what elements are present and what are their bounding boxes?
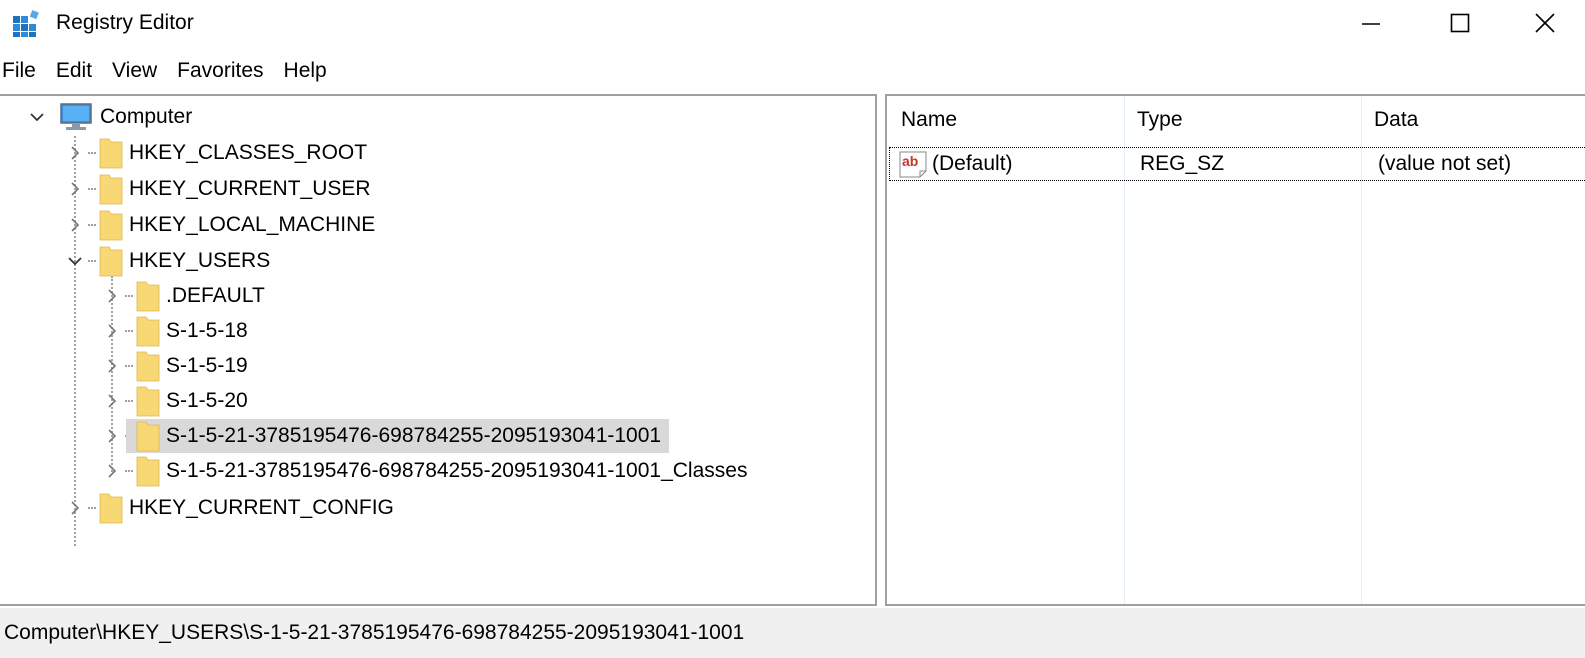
tree-dots [88,507,96,509]
tree-item-user-sid-classes[interactable]: S-1-5-21-3785195476-698784255-2095193041… [103,454,755,488]
tree-item-hkey-classes-root[interactable]: HKEY_CLASSES_ROOT [66,136,375,170]
column-header-type[interactable]: Type [1125,96,1361,146]
column-header-data[interactable]: Data [1362,96,1585,146]
window-title: Registry Editor [56,11,194,34]
chevron-down-icon[interactable] [66,252,84,270]
chevron-right-icon[interactable] [66,144,84,162]
tree-pane[interactable]: Computer HKEY_CLASSES_ROOT HKEY_CURRENT_… [0,94,877,606]
tree-label: S-1-5-19 [166,354,248,377]
tree-dots [88,260,96,262]
status-bar: Computer\HKEY_USERS\S-1-5-21-3785195476-… [0,608,1585,658]
tree-selection-highlight[interactable]: S-1-5-21-3785195476-698784255-2095193041… [126,419,670,453]
maximize-button[interactable] [1430,0,1490,46]
tree-item-hkey-local-machine[interactable]: HKEY_LOCAL_MACHINE [66,208,383,242]
folder-icon [99,246,123,277]
tree-dots [125,470,133,472]
tree-item-hkey-users[interactable]: HKEY_USERS [66,244,278,278]
svg-text:ab: ab [902,153,918,169]
chevron-right-icon[interactable] [103,392,121,410]
tree-dots [125,330,133,332]
minimize-icon [1362,23,1380,25]
minimize-button[interactable] [1341,0,1401,46]
tree-item-user-sid-selected[interactable]: S-1-5-21-3785195476-698784255-2095193041… [103,419,670,453]
chevron-right-icon[interactable] [103,462,121,480]
tree-dots [125,365,133,367]
menu-file[interactable]: File [2,55,46,91]
registry-editor-icon [13,10,39,37]
tree-item-default[interactable]: .DEFAULT [103,279,273,313]
chevron-right-icon[interactable] [103,322,121,340]
folder-icon [136,316,160,347]
tree-item-computer[interactable]: Computer [28,100,200,134]
value-name: (Default) [932,152,1013,175]
tree-label: S-1-5-18 [166,319,248,342]
chevron-right-icon[interactable] [66,499,84,517]
chevron-right-icon[interactable] [103,357,121,375]
computer-icon [60,103,92,130]
tree-dots [88,224,96,226]
values-pane[interactable]: Name Type Data ab (Default) REG_SZ (valu… [885,94,1585,606]
tree-label: S-1-5-21-3785195476-698784255-2095193041… [166,459,748,482]
tree-label-computer: Computer [100,105,193,128]
tree-label: HKEY_LOCAL_MACHINE [129,213,376,236]
tree-item-hkey-current-user[interactable]: HKEY_CURRENT_USER [66,172,379,206]
folder-icon [136,421,160,452]
tree-item-s-1-5-18[interactable]: S-1-5-18 [103,314,256,348]
tree-dots [88,152,96,154]
chevron-down-icon[interactable] [28,108,46,126]
close-icon [1535,13,1555,33]
value-row[interactable]: ab (Default) REG_SZ (value not set) [889,147,1585,181]
maximize-icon [1450,13,1470,33]
tree-item-hkey-current-config[interactable]: HKEY_CURRENT_CONFIG [66,491,402,525]
tree-label: HKEY_CURRENT_CONFIG [129,496,394,519]
chevron-right-icon[interactable] [66,216,84,234]
menu-help[interactable]: Help [274,55,337,91]
folder-icon [99,210,123,241]
tree-label: S-1-5-21-3785195476-698784255-2095193041… [166,424,662,447]
tree-label: .DEFAULT [166,284,265,307]
string-value-icon: ab [899,151,927,178]
folder-icon [99,174,123,205]
tree-dots [125,295,133,297]
folder-icon [136,351,160,382]
tree-label: HKEY_CLASSES_ROOT [129,141,368,164]
tree-label: HKEY_USERS [129,249,271,272]
folder-icon [136,456,160,487]
folder-icon [136,281,160,312]
column-header-name[interactable]: Name [889,96,1125,146]
folder-icon [99,493,123,524]
title-bar[interactable]: Registry Editor [0,0,1585,48]
menu-favorites[interactable]: Favorites [167,55,273,91]
close-button[interactable] [1515,0,1575,46]
tree-item-s-1-5-19[interactable]: S-1-5-19 [103,349,256,383]
tree-label: HKEY_CURRENT_USER [129,177,371,200]
value-name-cell: ab (Default) [898,148,1013,180]
folder-icon [136,386,160,417]
folder-icon [99,138,123,169]
tree-dots [88,188,96,190]
menu-bar: File Edit View Favorites Help [2,55,337,91]
chevron-right-icon[interactable] [103,427,121,445]
chevron-right-icon[interactable] [103,287,121,305]
value-type: REG_SZ [1140,152,1225,175]
tree-label: S-1-5-20 [166,389,248,412]
status-path: Computer\HKEY_USERS\S-1-5-21-3785195476-… [4,621,745,644]
menu-view[interactable]: View [102,55,167,91]
tree-item-s-1-5-20[interactable]: S-1-5-20 [103,384,256,418]
value-data: (value not set) [1378,152,1512,175]
tree-dots [125,400,133,402]
menu-edit[interactable]: Edit [46,55,102,91]
chevron-right-icon[interactable] [66,180,84,198]
